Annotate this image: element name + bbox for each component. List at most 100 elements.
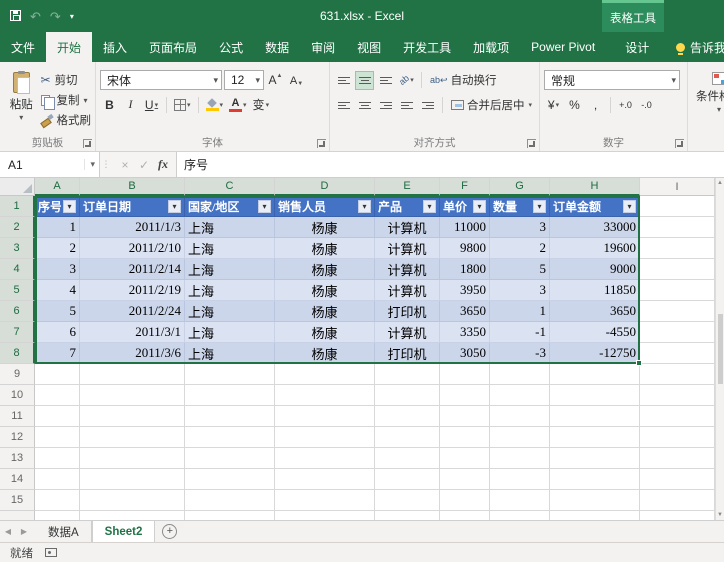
filter-button-B[interactable]: ▾: [168, 200, 181, 213]
cell-I4[interactable]: [640, 259, 715, 280]
cell-E[interactable]: [375, 511, 440, 520]
cell-D13[interactable]: [275, 448, 375, 469]
number-dialog-launcher[interactable]: [675, 139, 684, 148]
row-header-8[interactable]: 8: [0, 343, 35, 364]
cell-E7[interactable]: 计算机: [375, 322, 440, 343]
cell-I11[interactable]: [640, 406, 715, 427]
paste-dropdown[interactable]: ▾: [19, 115, 23, 120]
column-header-D[interactable]: D: [275, 178, 375, 196]
cell-A13[interactable]: [35, 448, 80, 469]
ribbon-tab-developer[interactable]: 开发工具: [392, 32, 462, 62]
cell-H10[interactable]: [550, 385, 640, 406]
cell-H6[interactable]: 3650: [550, 301, 640, 322]
column-header-F[interactable]: F: [440, 178, 490, 196]
cell-F7[interactable]: 3350: [440, 322, 490, 343]
cell-B1[interactable]: 订单日期▾: [80, 196, 185, 217]
cell-H14[interactable]: [550, 469, 640, 490]
copy-button[interactable]: 复制▾: [41, 92, 92, 108]
row-header-14[interactable]: 14: [0, 469, 35, 490]
cell-F15[interactable]: [440, 490, 490, 511]
qat-customize-button[interactable]: ▾: [70, 12, 74, 21]
row-header-6[interactable]: 6: [0, 301, 35, 322]
cell-D[interactable]: [275, 511, 375, 520]
cell-F2[interactable]: 11000: [440, 217, 490, 238]
decrease-indent-button[interactable]: [397, 96, 416, 115]
cell-H13[interactable]: [550, 448, 640, 469]
filter-button-G[interactable]: ▾: [533, 200, 546, 213]
cell-D14[interactable]: [275, 469, 375, 490]
cell-F12[interactable]: [440, 427, 490, 448]
cell-G11[interactable]: [490, 406, 550, 427]
cell-G3[interactable]: 2: [490, 238, 550, 259]
cell-E1[interactable]: 产品▾: [375, 196, 440, 217]
cell-A4[interactable]: 3: [35, 259, 80, 280]
column-header-G[interactable]: G: [490, 178, 550, 196]
cell-C13[interactable]: [185, 448, 275, 469]
cell-G2[interactable]: 3: [490, 217, 550, 238]
cell-F8[interactable]: 3050: [440, 343, 490, 364]
align-right-button[interactable]: [376, 96, 395, 115]
ribbon-tab-power-pivot[interactable]: Power Pivot: [520, 32, 606, 62]
merge-center-button[interactable]: 合并后居中▾: [448, 95, 535, 115]
redo-button[interactable]: ↷: [50, 10, 61, 23]
cell-G[interactable]: [490, 511, 550, 520]
accounting-format-button[interactable]: ¥▾: [544, 95, 563, 114]
paste-button[interactable]: 粘贴 ▾: [4, 70, 39, 135]
chevron-down-icon[interactable]: ▾: [84, 159, 95, 170]
cell-E5[interactable]: 计算机: [375, 280, 440, 301]
align-left-button[interactable]: [334, 96, 353, 115]
cell-F11[interactable]: [440, 406, 490, 427]
sheet-tab-data-a[interactable]: 数据A: [36, 521, 92, 542]
cell-I14[interactable]: [640, 469, 715, 490]
wrap-text-button[interactable]: 自动换行: [427, 70, 500, 90]
scroll-up-icon[interactable]: ▲: [717, 180, 723, 186]
row-header-10[interactable]: 10: [0, 385, 35, 406]
cell-E3[interactable]: 计算机: [375, 238, 440, 259]
cell-H2[interactable]: 33000: [550, 217, 640, 238]
name-box[interactable]: A1 ▾: [0, 152, 100, 177]
cell-H9[interactable]: [550, 364, 640, 385]
cell-I8[interactable]: [640, 343, 715, 364]
vertical-scrollbar[interactable]: ▲ ▼: [715, 178, 724, 520]
filter-button-H[interactable]: ▾: [623, 200, 636, 213]
ribbon-tab-view[interactable]: 视图: [346, 32, 392, 62]
cell-A8[interactable]: 7: [35, 343, 80, 364]
ribbon-tab-page-layout[interactable]: 页面布局: [138, 32, 208, 62]
cell-E14[interactable]: [375, 469, 440, 490]
cell-D9[interactable]: [275, 364, 375, 385]
cell-C5[interactable]: 上海: [185, 280, 275, 301]
filter-button-A[interactable]: ▾: [63, 200, 76, 213]
cell-B3[interactable]: 2011/2/10: [80, 238, 185, 259]
cell-A12[interactable]: [35, 427, 80, 448]
ribbon-tab-file[interactable]: 文件: [0, 32, 46, 62]
cell-C4[interactable]: 上海: [185, 259, 275, 280]
cell-F13[interactable]: [440, 448, 490, 469]
filter-button-F[interactable]: ▾: [473, 200, 486, 213]
shrink-font-button[interactable]: [287, 71, 306, 90]
formula-bar-handle[interactable]: ⋮: [100, 152, 112, 177]
fill-color-button[interactable]: ▾: [204, 95, 226, 114]
column-header-H[interactable]: H: [550, 178, 640, 196]
cell-F14[interactable]: [440, 469, 490, 490]
cell-G10[interactable]: [490, 385, 550, 406]
column-header-I[interactable]: I: [640, 178, 715, 196]
row-header-4[interactable]: 4: [0, 259, 35, 280]
cell-D11[interactable]: [275, 406, 375, 427]
cell-A1[interactable]: 序号▾: [35, 196, 80, 217]
cell-H7[interactable]: -4550: [550, 322, 640, 343]
cell-G8[interactable]: -3: [490, 343, 550, 364]
column-header-A[interactable]: A: [35, 178, 80, 196]
cell-C14[interactable]: [185, 469, 275, 490]
cell-C[interactable]: [185, 511, 275, 520]
cell-G1[interactable]: 数量▾: [490, 196, 550, 217]
increase-decimal-button[interactable]: +.0: [616, 95, 635, 114]
number-format-combo[interactable]: 常规▾: [544, 70, 680, 90]
row-header-7[interactable]: 7: [0, 322, 35, 343]
cell-E15[interactable]: [375, 490, 440, 511]
cell-I6[interactable]: [640, 301, 715, 322]
sheet-tab-sheet2[interactable]: Sheet2: [92, 521, 156, 542]
bold-button[interactable]: B: [100, 95, 119, 114]
font-color-button[interactable]: A▾: [227, 95, 249, 114]
cell-G7[interactable]: -1: [490, 322, 550, 343]
row-header-5[interactable]: 5: [0, 280, 35, 301]
